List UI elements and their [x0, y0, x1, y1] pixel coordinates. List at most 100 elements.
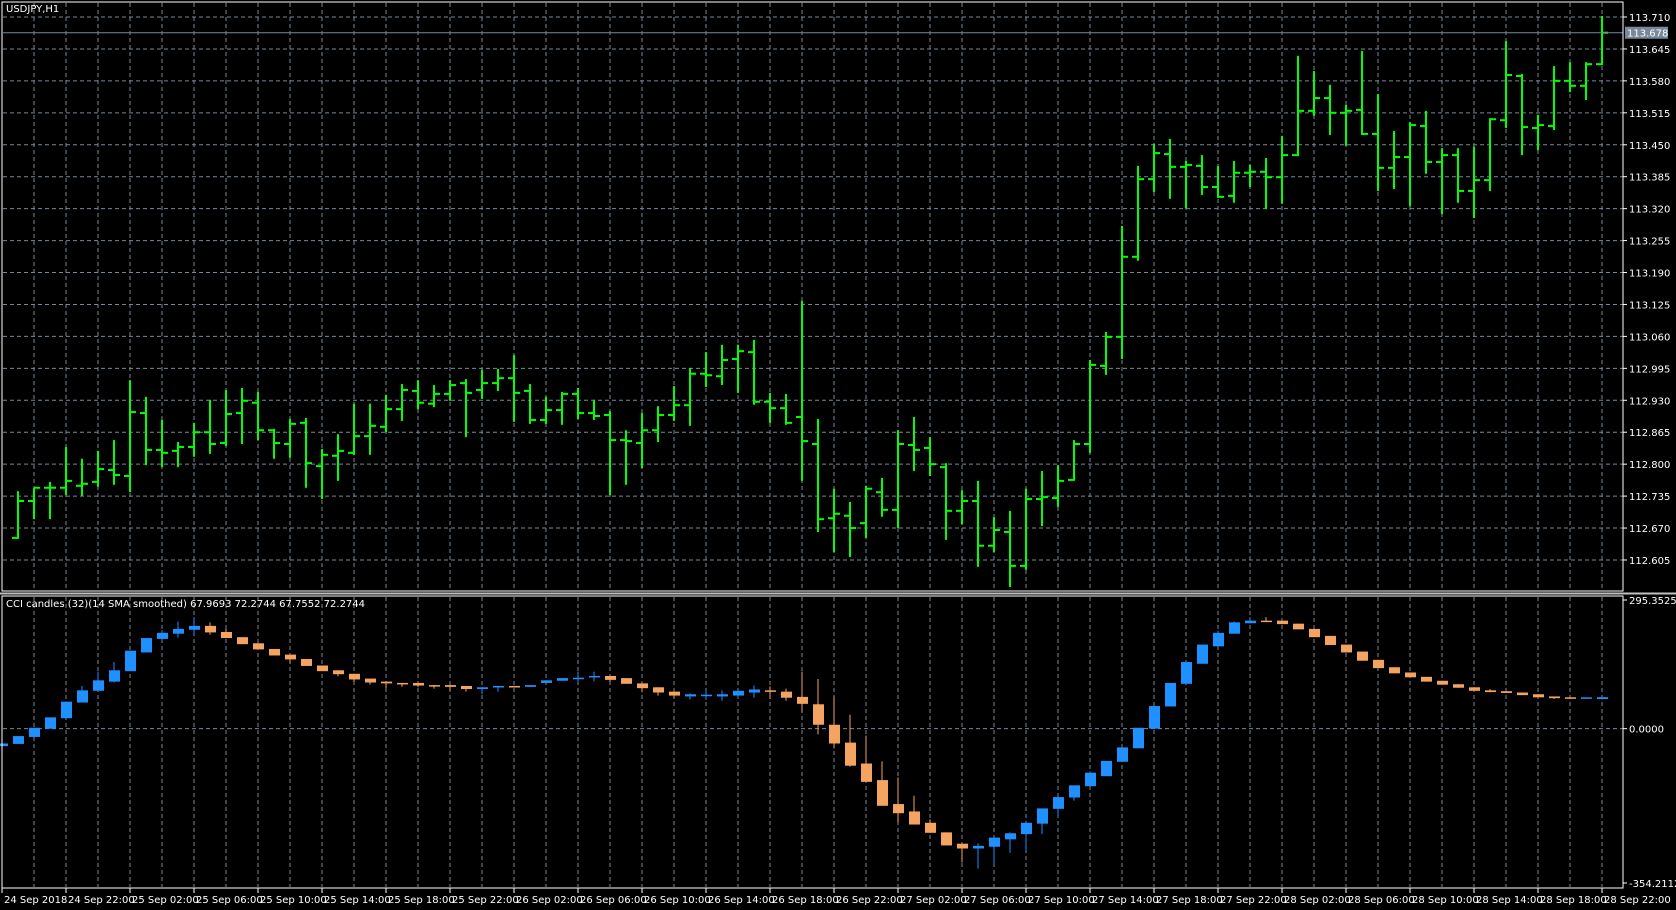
cci-candle-down [269, 648, 280, 656]
cci-candle-down [205, 622, 216, 635]
price-tick-label: 112.605 [1629, 556, 1670, 567]
cci-candles [0, 617, 1608, 869]
price-bar [1244, 164, 1256, 188]
cci-candle-down [365, 678, 376, 685]
cci-candle-up [1197, 644, 1208, 664]
price-bar [572, 387, 584, 419]
time-label: 26 Sep 06:00 [580, 895, 647, 906]
price-bar [364, 403, 376, 455]
trading-chart[interactable]: 113.710 113.645 113.580 113.515 113.450 113.3… [0, 0, 1676, 910]
price-bar [988, 517, 1000, 553]
price-bar [172, 442, 184, 468]
cci-candle-down [285, 654, 296, 664]
cci-candle-up [1149, 706, 1160, 729]
cci-candle-up [1005, 832, 1016, 853]
cci-candle-down [1261, 617, 1272, 623]
price-bar [1420, 110, 1432, 174]
cci-candle-down [317, 665, 328, 672]
cci-candle-down [349, 673, 360, 683]
cci-candle-up [1181, 662, 1192, 684]
cci-candle-up [1021, 822, 1032, 851]
price-bar [1132, 165, 1144, 261]
cci-candle-down [605, 675, 616, 683]
price-bar [1596, 16, 1608, 66]
price-bar [204, 399, 216, 454]
price-tick-label: 113.710 [1629, 13, 1670, 24]
cci-candle-down [461, 685, 472, 692]
cci-candle-down [1469, 687, 1480, 691]
price-bar [908, 416, 920, 472]
time-label: 27 Sep 14:00 [1092, 895, 1159, 906]
cci-candle-up [1165, 682, 1176, 707]
price-bar [1436, 148, 1448, 215]
price-bar [44, 481, 56, 520]
cci-candle-down [669, 691, 680, 699]
price-bar [716, 344, 728, 386]
price-bar [1292, 55, 1304, 157]
cci-candle-up [557, 678, 568, 681]
cci-tick-label: 0.0000 [1629, 725, 1664, 736]
time-label: 26 Sep 10:00 [644, 895, 711, 906]
price-bar [748, 339, 760, 405]
cci-candle-up [1245, 617, 1256, 624]
cci-candle-up [989, 837, 1000, 864]
cci-candle-down [1453, 684, 1464, 688]
price-grid [3, 3, 1623, 590]
time-label: 27 Sep 02:00 [900, 895, 967, 906]
cci-candle-down [941, 832, 952, 846]
price-tick-label: 113.515 [1629, 109, 1670, 120]
cci-candle-up [1101, 760, 1112, 777]
time-label: 25 Sep 22:00 [452, 895, 519, 906]
time-label: 28 Sep 06:00 [1348, 895, 1415, 906]
cci-candle-down [1405, 672, 1416, 678]
price-bar [1276, 135, 1288, 204]
price-bar [876, 477, 888, 517]
cci-candle-down [1437, 680, 1448, 685]
price-bar [1212, 165, 1224, 198]
cci-tick-label: 295.3525 [1629, 596, 1676, 607]
price-bar [1516, 74, 1528, 156]
cci-candle-up [493, 685, 504, 692]
cci-candle-up [77, 685, 88, 703]
price-bar [236, 387, 248, 445]
cci-candle-up [1053, 797, 1064, 818]
cci-axis: 295.3525 0.0000 -354.2112 [1623, 596, 1676, 890]
cci-candle-up [525, 685, 536, 687]
cci-candle-down [813, 679, 824, 735]
price-bar [108, 440, 120, 485]
price-bar [1164, 138, 1176, 199]
price-bar [1052, 465, 1064, 507]
price-bar [1548, 66, 1560, 131]
time-label: 26 Sep 14:00 [708, 895, 775, 906]
cci-candle-down [1485, 689, 1496, 693]
cci-candle-down [1293, 623, 1304, 630]
price-bar [444, 380, 456, 401]
price-bar [12, 491, 24, 539]
time-label: 26 Sep 22:00 [836, 895, 903, 906]
cci-candle-down [765, 686, 776, 700]
cci-candle-up [93, 671, 104, 691]
cci-candle-up [1597, 697, 1608, 700]
price-bar [684, 367, 696, 426]
cci-candle-down [237, 637, 248, 645]
cci-candle-down [861, 735, 872, 782]
price-bar [620, 430, 632, 485]
price-bar [492, 368, 504, 391]
cci-candle-up [717, 690, 728, 701]
price-bar [1228, 160, 1240, 203]
price-tick-label: 112.670 [1629, 524, 1670, 535]
cci-candle-up [541, 680, 552, 683]
price-bar [556, 391, 568, 425]
cci-candle-down [1309, 628, 1320, 638]
cci-candle-up [1213, 630, 1224, 647]
cci-candle-down [621, 678, 632, 684]
cci-candle-down [413, 682, 424, 688]
cci-candle-down [333, 670, 344, 677]
cci-candle-down [1389, 667, 1400, 674]
time-label: 24 Sep 2018 [4, 895, 67, 906]
price-axis: 113.710 113.645 113.580 113.515 113.450 113.3… [3, 13, 1670, 567]
price-tick-label: 112.735 [1629, 492, 1670, 503]
price-bar [588, 399, 600, 420]
price-bar [972, 480, 984, 567]
time-label: 25 Sep 10:00 [260, 895, 327, 906]
